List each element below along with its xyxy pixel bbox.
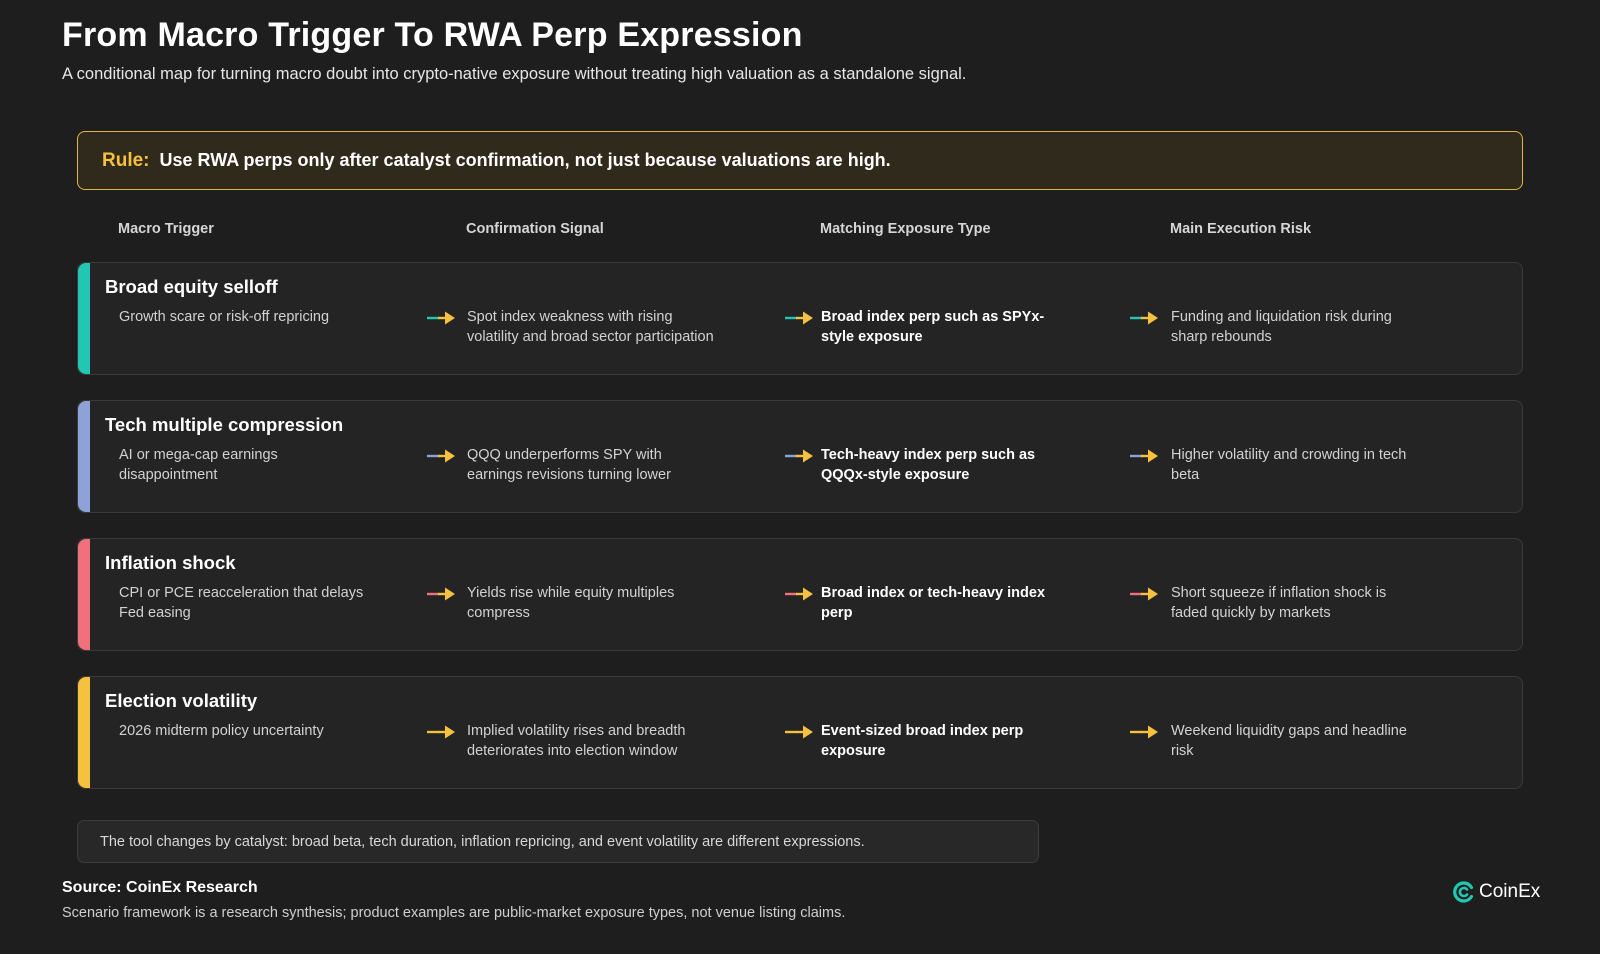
- confirmation-signal-text: Yields rise while equity multiples compr…: [467, 585, 675, 621]
- arrow-right-icon: [1130, 725, 1158, 739]
- exposure-type-text: Event-sized broad index perp exposure: [821, 723, 1024, 759]
- summary-note: The tool changes by catalyst: broad beta…: [77, 820, 1039, 863]
- rule-label: Rule:: [102, 149, 150, 171]
- row-title: Election volatility: [105, 690, 258, 711]
- row-title: Tech multiple compression: [105, 414, 344, 435]
- row-accent-bar: [78, 401, 90, 512]
- footnote: Scenario framework is a research synthes…: [62, 905, 846, 921]
- arrow-right-icon: [427, 725, 455, 739]
- row-accent-bar: [78, 539, 90, 650]
- scenario-row: Broad equity selloff Growth scare or risk…: [77, 262, 1523, 375]
- rule-text: Use RWA perps only after catalyst confir…: [159, 150, 891, 170]
- exposure-type-text: Broad index perp such as SPYx-style expo…: [821, 309, 1045, 345]
- coinex-logo-icon: [1453, 881, 1474, 903]
- source-label: Source: CoinEx Research: [62, 879, 258, 896]
- execution-risk-text: Weekend liquidity gaps and headline risk: [1171, 723, 1407, 759]
- row-title: Inflation shock: [105, 552, 236, 573]
- arrow-right-icon: [785, 449, 813, 463]
- page-subtitle: A conditional map for turning macro doub…: [62, 65, 967, 83]
- row-accent-bar: [78, 677, 90, 788]
- arrow-right-icon: [785, 311, 813, 325]
- arrow-right-icon: [427, 311, 455, 325]
- coinex-logo: CoinEx: [1452, 880, 1540, 904]
- logo-text: CoinEx: [1479, 881, 1541, 902]
- row-title: Broad equity selloff: [105, 276, 278, 297]
- exposure-type-text: Tech-heavy index perp such as QQQx-style…: [821, 447, 1036, 483]
- row-accent-bar: [78, 263, 90, 374]
- execution-risk-text: Funding and liquidation risk during shar…: [1171, 309, 1392, 345]
- column-header-macro-trigger: Macro Trigger: [118, 221, 214, 237]
- exposure-type-text: Broad index or tech-heavy index perp: [821, 585, 1046, 621]
- page-title: From Macro Trigger To RWA Perp Expressio…: [62, 16, 803, 54]
- scenario-row: Inflation shock CPI or PCE reacceleration…: [77, 538, 1523, 651]
- column-header-exposure-type: Matching Exposure Type: [820, 221, 991, 237]
- arrow-right-icon: [1130, 449, 1158, 463]
- arrow-right-icon: [1130, 311, 1158, 325]
- macro-trigger-text: Growth scare or risk-off repricing: [119, 309, 330, 325]
- macro-trigger-text: AI or mega-cap earnings disappointment: [119, 447, 278, 483]
- column-header-execution-risk: Main Execution Risk: [1170, 221, 1312, 237]
- arrow-right-icon: [785, 587, 813, 601]
- scenario-row: Election volatility 2026 midterm policy u…: [77, 676, 1523, 789]
- column-header-confirmation-signal: Confirmation Signal: [466, 221, 604, 237]
- macro-trigger-text: CPI or PCE reacceleration that delays Fe…: [119, 585, 364, 621]
- confirmation-signal-text: Spot index weakness with rising volatili…: [467, 309, 714, 345]
- arrow-right-icon: [427, 587, 455, 601]
- confirmation-signal-text: QQQ underperforms SPY with earnings revi…: [467, 447, 671, 483]
- confirmation-signal-text: Implied volatility rises and breadth det…: [467, 723, 686, 759]
- rule-callout: Rule: Use RWA perps only after catalyst …: [77, 131, 1523, 190]
- execution-risk-text: Higher volatility and crowding in tech b…: [1171, 447, 1407, 483]
- execution-risk-text: Short squeeze if inflation shock is fade…: [1171, 585, 1387, 621]
- arrow-right-icon: [427, 449, 455, 463]
- scenario-row: Tech multiple compression AI or mega-cap …: [77, 400, 1523, 513]
- macro-trigger-text: 2026 midterm policy uncertainty: [119, 723, 324, 739]
- arrow-right-icon: [785, 725, 813, 739]
- arrow-right-icon: [1130, 587, 1158, 601]
